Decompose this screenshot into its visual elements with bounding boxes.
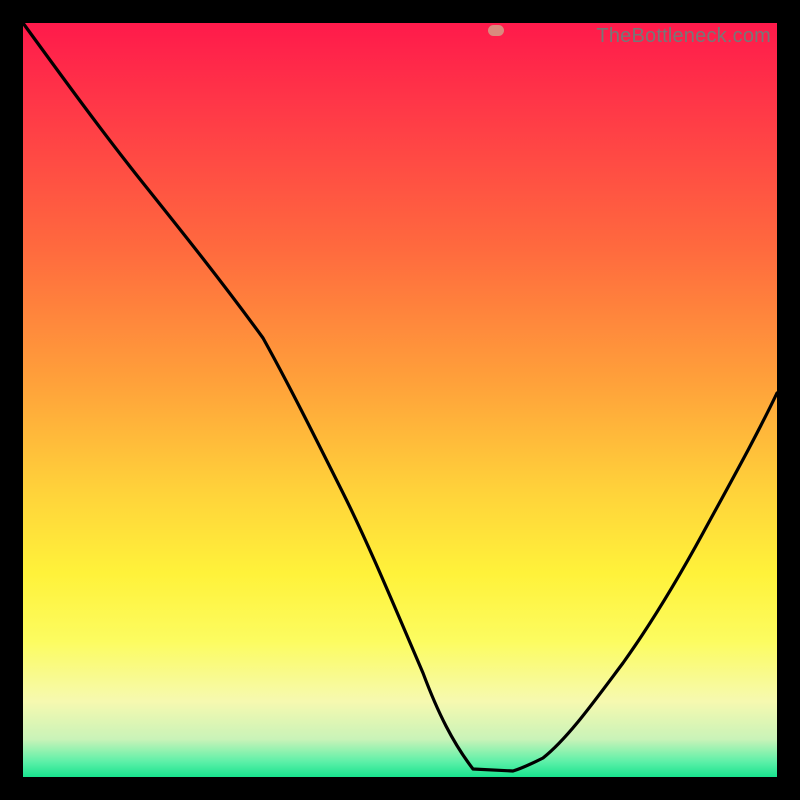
bottleneck-curve [23, 23, 777, 777]
chart-frame: TheBottleneck.com [0, 0, 800, 800]
chart-plot-area: TheBottleneck.com [23, 23, 777, 777]
curve-path [23, 23, 777, 771]
optimal-point-marker [488, 25, 504, 36]
